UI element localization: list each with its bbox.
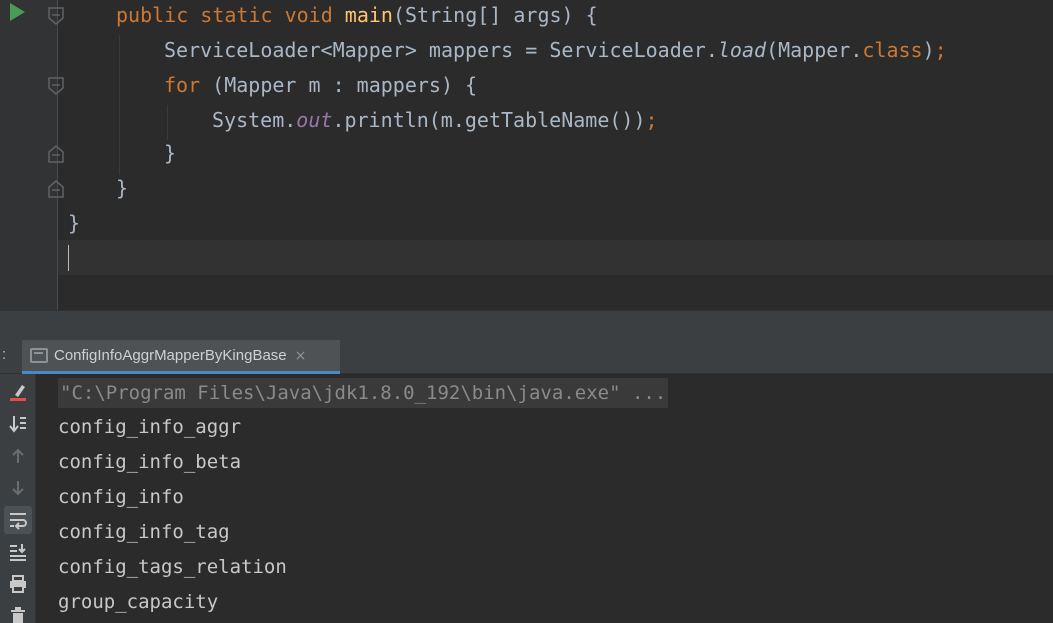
code-text: (Mapper.	[766, 38, 863, 62]
code-line[interactable]: System.out.println(m.getTableName());	[212, 103, 658, 138]
print-button[interactable]	[4, 570, 32, 598]
code-text: }	[116, 176, 129, 200]
console-command-line: "C:\Program Files\Java\jdk1.8.0_192\bin\…	[58, 378, 669, 408]
fold-collapse-icon[interactable]	[47, 6, 65, 26]
down-stack-trace-button[interactable]	[4, 474, 32, 502]
soft-wrap-icon	[10, 513, 27, 530]
code-text: (String[] args) {	[392, 3, 598, 27]
application-icon	[30, 348, 48, 363]
tab-run-configuration[interactable]: ConfigInfoAggrMapperByKingBase ×	[22, 340, 340, 374]
indent-guide	[119, 35, 120, 175]
console-output-line: config_info_beta	[58, 451, 242, 473]
panel-splitter[interactable]	[0, 310, 1053, 340]
code-line[interactable]: }	[116, 171, 128, 206]
code-semicolon: ;	[934, 38, 947, 62]
arrow-down-icon	[12, 481, 24, 496]
code-line[interactable]: }	[68, 206, 80, 241]
code-text: }	[164, 141, 177, 165]
code-text: )	[922, 38, 935, 62]
console-output-line: config_info	[58, 486, 184, 508]
fold-end-icon[interactable]	[47, 179, 65, 199]
close-icon[interactable]: ×	[295, 348, 307, 364]
clear-console-button[interactable]	[4, 378, 32, 406]
up-stack-trace-button[interactable]	[4, 442, 32, 470]
soft-wrap-button[interactable]	[4, 506, 32, 534]
arrow-up-icon	[12, 448, 24, 463]
eraser-icon	[10, 385, 26, 401]
code-text: System.	[212, 108, 297, 132]
code-static-field: out	[296, 108, 333, 132]
console-output[interactable]: "C:\Program Files\Java\jdk1.8.0_192\bin\…	[36, 374, 1053, 623]
trash-icon	[11, 607, 25, 623]
code-text: ServiceLoader<Mapper> mappers = ServiceL…	[164, 38, 718, 62]
console-output-line: config_info_tag	[58, 521, 230, 543]
code-method-name: main	[344, 3, 393, 27]
code-text: (Mapper m : mappers) {	[200, 73, 478, 97]
fold-end-icon[interactable]	[47, 144, 65, 164]
delete-button[interactable]	[4, 602, 32, 623]
scroll-to-end-icon	[10, 544, 26, 561]
run-tab-bar: : ConfigInfoAggrMapperByKingBase ×	[0, 340, 1053, 374]
scroll-to-end-button[interactable]	[4, 410, 32, 438]
code-line[interactable]: }	[164, 136, 176, 171]
code-static-call: load	[717, 38, 767, 62]
code-text: .println(m.getTableName())	[332, 108, 646, 132]
code-text: }	[68, 211, 81, 235]
text-caret	[68, 245, 69, 271]
console-output-line: config_tags_relation	[58, 556, 287, 578]
run-label: :	[2, 346, 7, 363]
scroll-down-icon	[9, 416, 26, 433]
run-gutter-icon[interactable]	[10, 3, 25, 21]
scroll-end-button[interactable]	[4, 538, 32, 566]
fold-collapse-icon[interactable]	[47, 76, 65, 96]
code-line[interactable]: ServiceLoader<Mapper> mappers = ServiceL…	[164, 33, 947, 68]
code-semicolon: ;	[645, 108, 658, 132]
code-keyword: public static void	[116, 3, 345, 27]
console-output-line: group_capacity	[58, 591, 219, 613]
code-keyword: class	[862, 38, 923, 62]
code-line[interactable]: for (Mapper m : mappers) {	[164, 68, 477, 103]
code-editor[interactable]: public static void main(String[] args) {…	[0, 0, 1053, 310]
printer-icon	[10, 575, 26, 593]
current-line-highlight	[58, 240, 1053, 275]
code-line[interactable]: public static void main(String[] args) {	[116, 0, 598, 33]
tab-label: ConfigInfoAggrMapperByKingBase	[54, 347, 287, 364]
indent-guide	[167, 105, 168, 140]
run-side-toolbar	[0, 374, 36, 623]
code-keyword: for	[164, 73, 201, 97]
console-output-line: config_info_aggr	[58, 416, 242, 438]
